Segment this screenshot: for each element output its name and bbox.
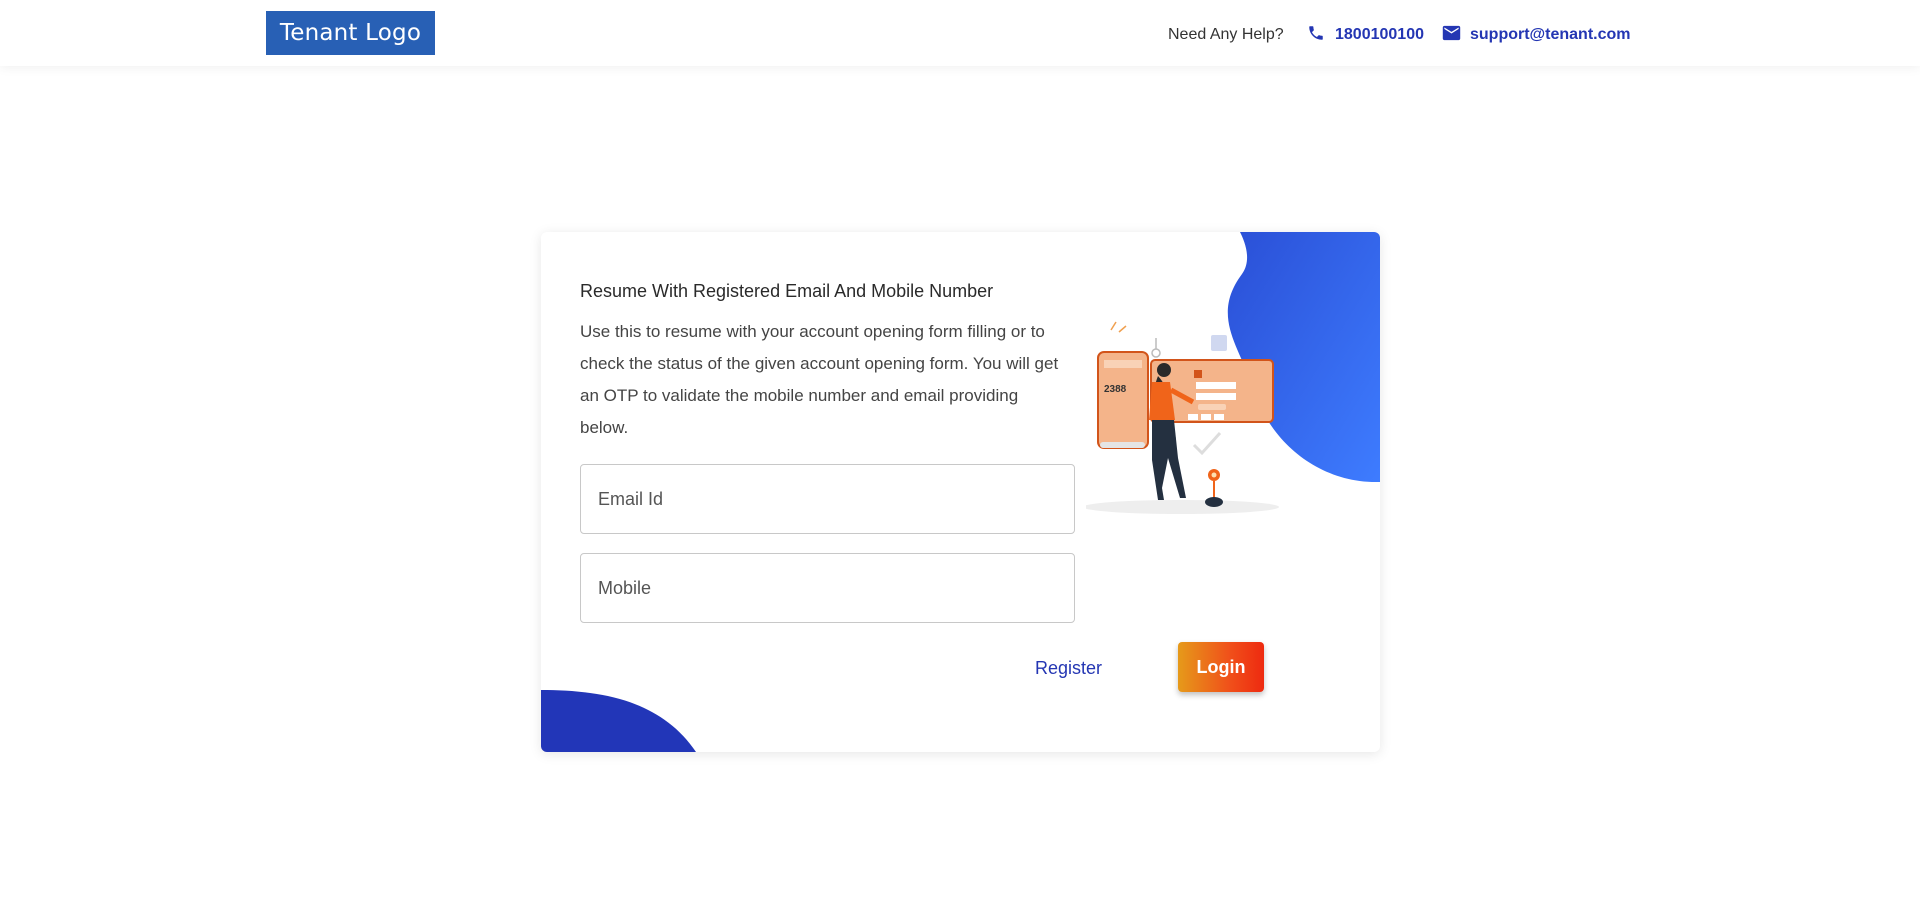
tenant-logo[interactable]: Tenant Logo	[266, 11, 435, 55]
illustration-code: 2388	[1104, 384, 1127, 395]
register-link[interactable]: Register	[1035, 658, 1102, 679]
resume-card: Resume With Registered Email And Mobile …	[541, 232, 1380, 752]
card-title: Resume With Registered Email And Mobile …	[580, 281, 994, 301]
decorative-blob-bottom-left	[541, 690, 696, 752]
help-label: Need Any Help?	[1168, 26, 1284, 43]
top-header: Tenant Logo Need Any Help? 1800100100 su…	[0, 0, 1920, 66]
phone-icon	[1307, 24, 1325, 42]
email-input[interactable]	[580, 464, 1075, 534]
login-button[interactable]: Login	[1178, 642, 1264, 692]
mobile-input[interactable]	[580, 553, 1075, 623]
login-illustration: 2388	[1086, 321, 1279, 514]
mail-icon	[1442, 25, 1461, 41]
card-description: Use this to resume with your account ope…	[580, 322, 1059, 437]
support-phone-link[interactable]: 1800100100	[1335, 26, 1424, 44]
support-email-link[interactable]: support@tenant.com	[1470, 26, 1631, 44]
